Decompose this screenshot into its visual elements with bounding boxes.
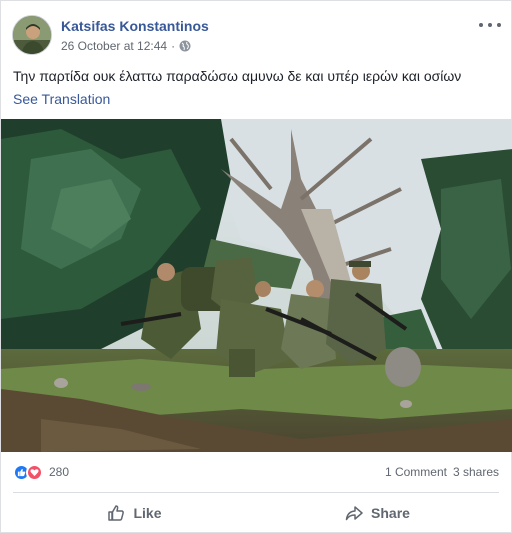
post-header: Katsifas Konstantinos 26 October at 12:4… [12,15,501,59]
comments-count[interactable]: 1 Comment [385,465,447,479]
more-options-button[interactable] [479,17,501,33]
more-dot-icon [488,23,492,27]
avatar[interactable] [12,15,52,55]
actions-divider [13,492,499,493]
post-actions: Like Share [13,497,499,529]
post-meta: 26 October at 12:44 · [61,39,191,53]
more-dot-icon [497,23,501,27]
engagement-counts: 1 Comment 3 shares [385,465,499,479]
post-text: Την παρτίδα ουκ έλαττω παραδώσω αμυνω δε… [13,68,462,84]
reactions-bar: 280 1 Comment 3 shares [13,462,499,482]
meta-separator: · [171,39,176,53]
shares-count[interactable]: 3 shares [453,465,499,479]
author-name[interactable]: Katsifas Konstantinos [61,18,209,34]
globe-icon [179,40,191,52]
love-icon [26,463,43,481]
see-translation-link[interactable]: See Translation [13,91,110,107]
more-dot-icon [479,23,483,27]
share-label: Share [371,505,410,521]
post-timestamp[interactable]: 26 October at 12:44 [61,39,167,53]
share-button[interactable]: Share [256,497,499,529]
post-photo[interactable] [1,119,512,452]
post-card: Katsifas Konstantinos 26 October at 12:4… [0,0,512,533]
like-label: Like [133,505,162,521]
reaction-icons[interactable] [13,463,43,481]
reaction-count[interactable]: 280 [49,465,69,479]
like-button[interactable]: Like [13,497,256,529]
thumbs-up-icon [108,505,125,521]
share-arrow-icon [345,506,363,521]
